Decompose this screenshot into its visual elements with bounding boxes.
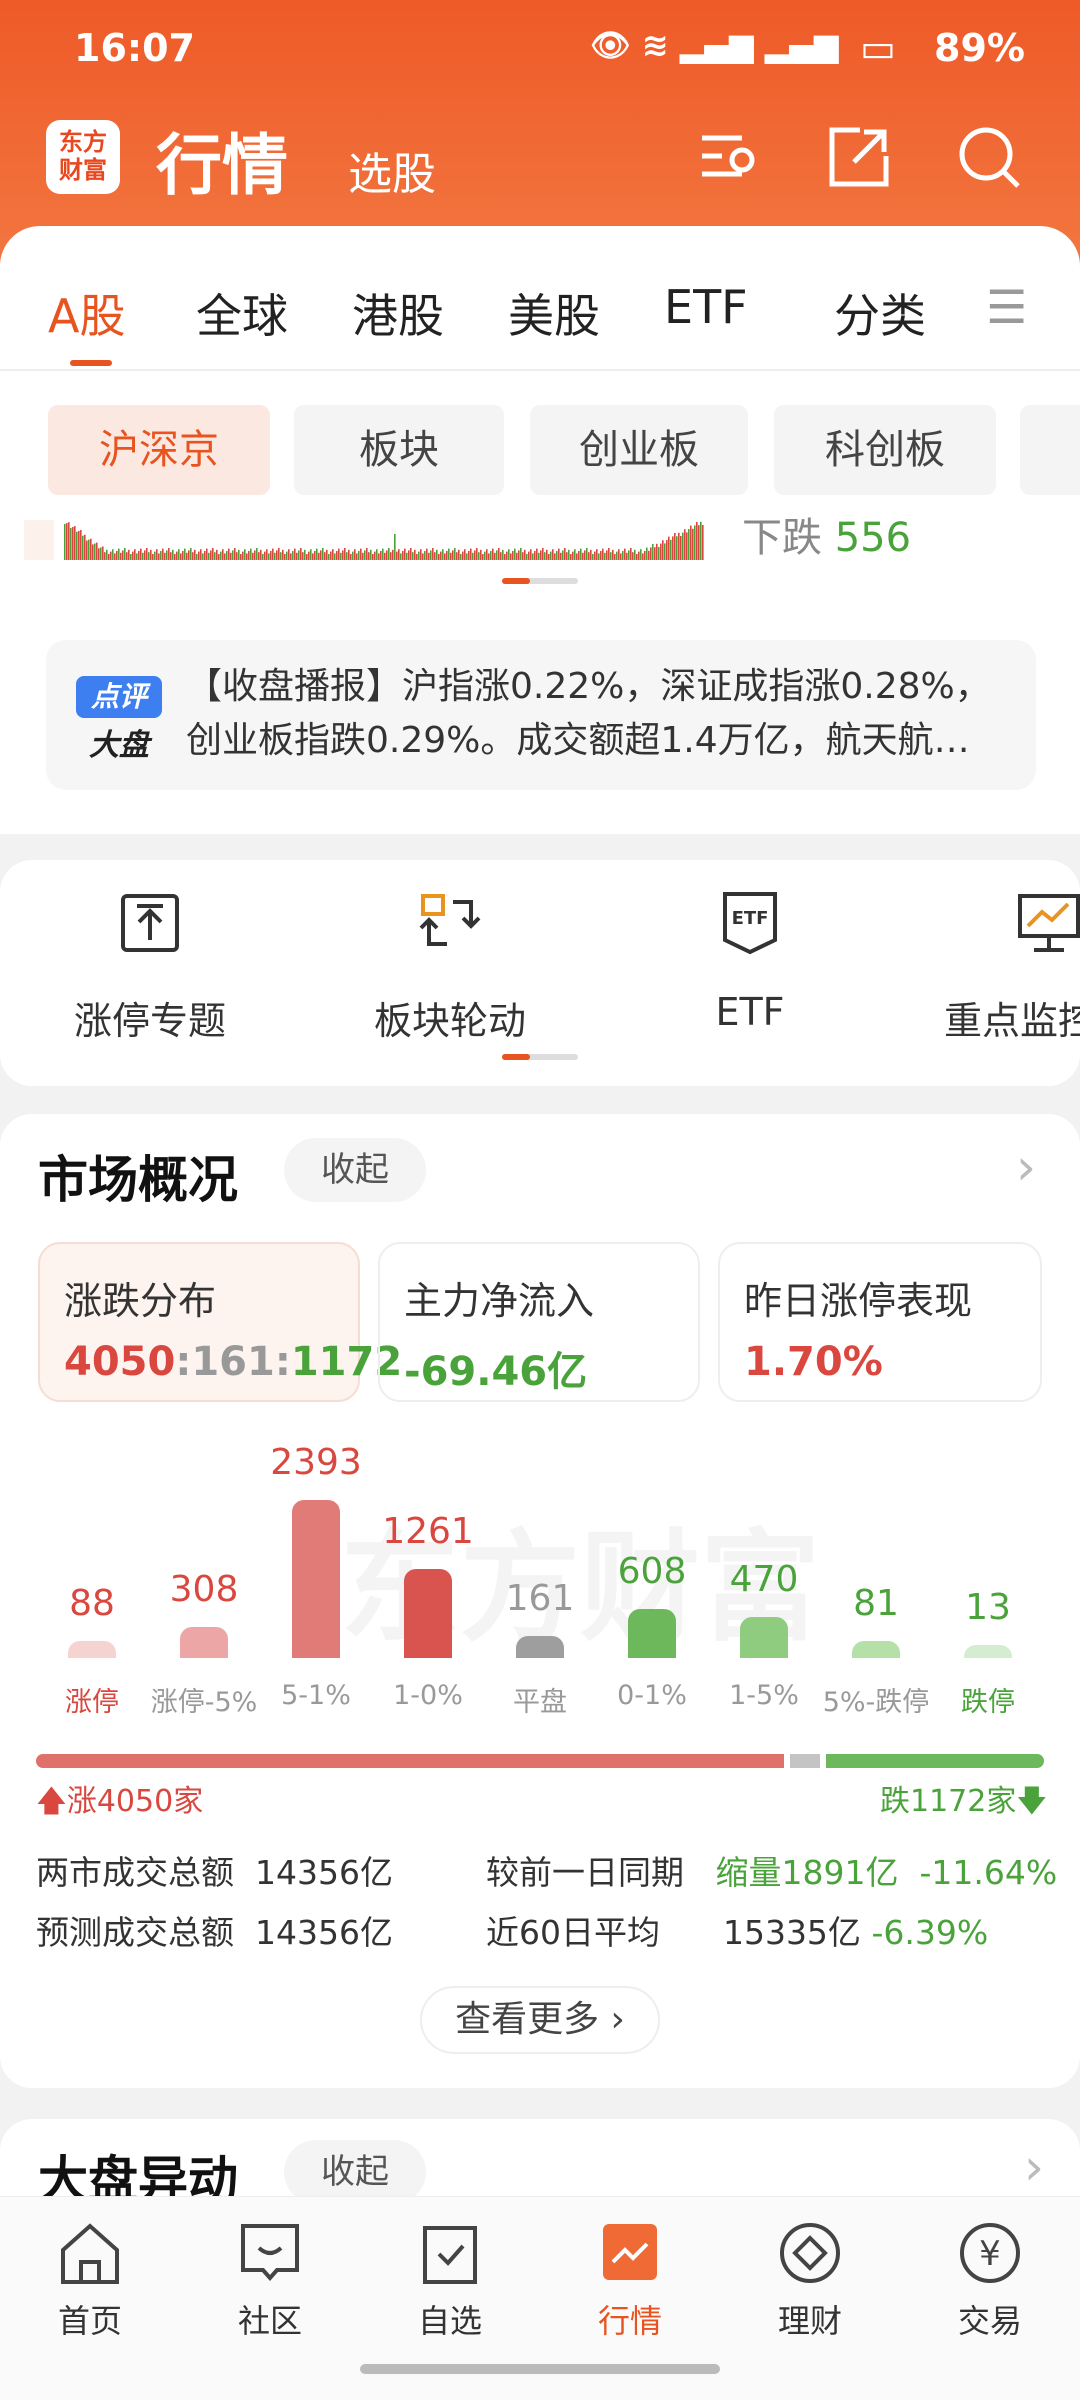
svg-text:ETF: ETF <box>732 908 769 929</box>
page-indicator <box>502 578 578 584</box>
nav-market[interactable]: 行情 <box>560 2220 700 2342</box>
bar-value-label: 608 <box>617 1550 687 1592</box>
tab-hk[interactable]: 港股 <box>352 280 444 346</box>
tab-etf[interactable]: ETF <box>664 280 748 334</box>
bar-category-label: 1-5% <box>729 1680 799 1711</box>
battery-level: 89% <box>934 26 1025 70</box>
bar-category-label: 5-1% <box>281 1680 351 1711</box>
monitor-icon <box>1018 894 1080 952</box>
status-time: 16:07 <box>74 26 195 70</box>
mini-distribution-chart[interactable] <box>24 520 720 560</box>
chevron-right-icon[interactable]: › <box>1016 1138 1036 1196</box>
chip-chinext[interactable]: 创业板 <box>530 405 748 495</box>
home-indicator[interactable] <box>360 2364 720 2374</box>
market-comment-badge: 点评 大盘 <box>76 676 162 763</box>
mini-chart-label: 下跌 556 <box>742 515 912 561</box>
flat-ratio-bar <box>790 1754 820 1768</box>
battery-icon: ▭ <box>860 26 896 70</box>
mini-chart-value: 556 <box>834 515 912 561</box>
bar-category-label: 跌停 <box>961 1687 1015 1718</box>
bar-value-label: 161 <box>505 1578 575 1620</box>
yuan-icon: ¥ <box>960 2223 1020 2283</box>
box-main-inflow[interactable]: 主力净流入 -69.46亿 <box>378 1242 700 1402</box>
stat-total-turnover: 两市成交总额 14356亿 <box>36 1853 393 1892</box>
bar-3 <box>404 1569 452 1658</box>
shortcut-page-indicator <box>502 1054 578 1060</box>
shortcut-limit-up[interactable]: 涨停专题 <box>50 890 250 1045</box>
bar-category-label: 5%-跌停 <box>822 1687 930 1718</box>
bar-value-label: 2393 <box>270 1442 362 1484</box>
menu-icon[interactable]: ☰ <box>986 280 1027 334</box>
market-overview-title: 市场概况 <box>38 1151 238 1209</box>
bar-0 <box>68 1640 116 1658</box>
stat-vs-previous: 较前一日同期 缩量1891亿 -11.64% <box>486 1853 1058 1892</box>
bar-4 <box>516 1636 564 1658</box>
stat-predicted-turnover: 预测成交总额 14356亿 <box>36 1913 393 1952</box>
wealth-icon <box>780 2223 840 2283</box>
bar-8 <box>964 1645 1012 1658</box>
nav-trade[interactable]: ¥ 交易 <box>920 2220 1060 2342</box>
chevron-right-icon[interactable]: › <box>1024 2138 1044 2196</box>
nav-watchlist[interactable]: 自选 <box>380 2220 520 2342</box>
stat-60day-average: 近60日平均 15335亿 -6.39% <box>486 1913 989 1952</box>
bar-6 <box>740 1617 788 1658</box>
bar-category-label: 0-1% <box>617 1680 687 1711</box>
watchlist-icon <box>423 2226 477 2284</box>
share-icon[interactable] <box>824 122 894 192</box>
bar-value-label: 88 <box>69 1582 115 1624</box>
bar-2 <box>292 1500 340 1658</box>
market-icon <box>603 2224 657 2280</box>
up-count: 🡅涨4050家 <box>36 1784 204 1819</box>
view-more-button[interactable]: 查看更多 › <box>420 1986 660 2054</box>
bar-5 <box>628 1608 676 1658</box>
bar-1 <box>180 1627 228 1658</box>
movement-collapse-button[interactable]: 收起 <box>284 2140 426 2204</box>
box-distribution[interactable]: 涨跌分布 4050:161:1172 <box>38 1242 402 1402</box>
bar-value-label: 470 <box>729 1559 799 1601</box>
bar-category-label: 平盘 <box>513 1687 567 1718</box>
bar-value-label: 1261 <box>382 1511 474 1553</box>
down-count: 跌1172家🡇 <box>880 1784 1048 1819</box>
settings-list-icon[interactable] <box>694 122 764 192</box>
up-ratio-bar <box>36 1754 784 1768</box>
shortcut-rotation[interactable]: 板块轮动 <box>350 890 550 1045</box>
bar-value-label: 81 <box>853 1583 899 1625</box>
tab-indicator <box>70 360 112 366</box>
limit-up-icon <box>121 894 179 952</box>
nav-home[interactable]: 首页 <box>20 2220 160 2342</box>
bar-category-label: 涨停 <box>65 1687 119 1718</box>
nav-community[interactable]: 社区 <box>200 2220 340 2342</box>
bar-7 <box>852 1641 900 1658</box>
stock-picker-link[interactable]: 选股 <box>348 138 436 202</box>
search-icon[interactable] <box>954 122 1024 192</box>
chip-star[interactable]: 科创板 <box>774 405 996 495</box>
nav-wealth[interactable]: 理财 <box>740 2220 880 2342</box>
svg-text:¥: ¥ <box>979 2234 1001 2274</box>
community-icon <box>241 2224 299 2282</box>
tab-global[interactable]: 全球 <box>196 280 288 346</box>
rotation-icon <box>419 894 481 946</box>
home-icon <box>61 2223 119 2284</box>
tab-us[interactable]: 美股 <box>508 280 600 346</box>
chip-more[interactable] <box>1020 405 1080 495</box>
chip-sector[interactable]: 板块 <box>294 405 504 495</box>
bar-value-label: 308 <box>169 1569 239 1611</box>
box-yesterday-limit-up[interactable]: 昨日涨停表现 1.70% <box>718 1242 1042 1402</box>
tab-a-shares[interactable]: A股 <box>48 280 125 346</box>
down-ratio-bar <box>826 1754 1044 1768</box>
divider <box>0 369 1080 371</box>
app-logo: 东方 财富 <box>46 120 120 194</box>
status-icons: 👁 ≋ ▂▄▆ ▂▄▆ <box>590 26 839 64</box>
collapse-button[interactable]: 收起 <box>284 1138 426 1202</box>
page-title: 行情 <box>156 127 288 204</box>
bar-category-label: 1-0% <box>393 1680 463 1711</box>
tab-category[interactable]: 分类 <box>834 280 926 346</box>
etf-icon: ETF <box>723 892 777 955</box>
shortcut-etf[interactable]: ETF ETF <box>650 890 850 1034</box>
bar-value-label: 13 <box>965 1587 1011 1629</box>
chip-hs[interactable]: 沪深京 <box>48 405 270 495</box>
news-text[interactable]: 【收盘播报】沪指涨0.22%，深证成指涨0.28%， 创业板指跌0.29%。成交额… <box>186 660 1006 768</box>
shortcut-monitor[interactable]: 重点监控 <box>944 890 1080 1045</box>
bar-category-label: 涨停-5% <box>150 1687 258 1718</box>
